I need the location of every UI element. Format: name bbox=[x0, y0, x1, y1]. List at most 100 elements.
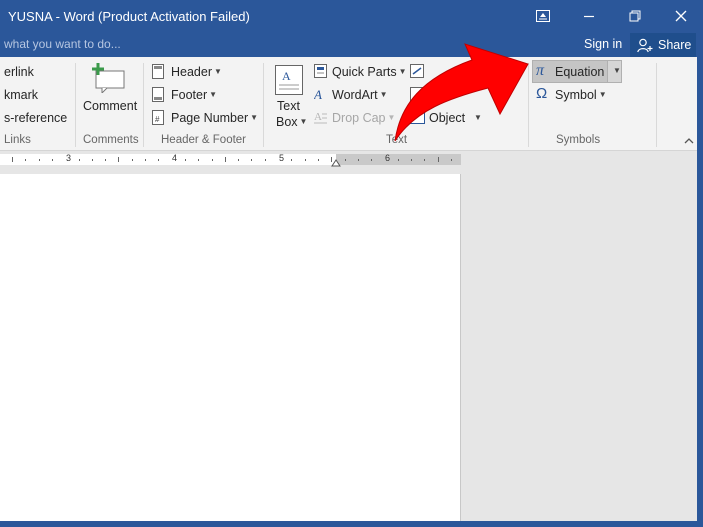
ruler-tick bbox=[185, 159, 186, 161]
drop-cap-label: Drop Cap bbox=[332, 111, 386, 125]
chevron-down-icon: ▼ bbox=[474, 113, 482, 122]
ruler-tick bbox=[145, 159, 146, 161]
sign-in-link[interactable]: Sign in bbox=[584, 37, 622, 51]
ruler-tick bbox=[198, 159, 199, 161]
close-button[interactable] bbox=[658, 0, 703, 31]
ruler-tick bbox=[305, 159, 306, 161]
title-bar: YUSNA - Word (Product Activation Failed) bbox=[0, 0, 703, 33]
ruler-tick bbox=[105, 159, 106, 161]
text-group-label: Text bbox=[386, 134, 408, 146]
chevron-down-icon: ▼ bbox=[299, 117, 308, 126]
ruler-tick bbox=[345, 159, 346, 161]
close-icon bbox=[675, 10, 687, 21]
drop-cap-icon: A bbox=[314, 111, 327, 124]
status-bar bbox=[0, 521, 703, 527]
links-group-label: Links bbox=[4, 134, 31, 146]
right-indent-marker[interactable] bbox=[331, 159, 341, 167]
bookmark-button[interactable]: kmark bbox=[4, 88, 38, 102]
ruler-number: 3 bbox=[66, 153, 72, 163]
ruler-tick bbox=[358, 159, 359, 161]
chevron-down-icon: ▼ bbox=[250, 113, 259, 122]
wordart-label: WordArt bbox=[332, 88, 378, 102]
symbol-label: Symbol bbox=[555, 88, 597, 102]
chevron-down-icon: ▼ bbox=[214, 67, 222, 76]
quick-parts-icon bbox=[314, 64, 327, 78]
ruler-tick bbox=[92, 159, 93, 161]
ruler-tick bbox=[398, 159, 399, 161]
ruler-number: 6 bbox=[385, 153, 391, 163]
ruler-number: 5 bbox=[279, 153, 285, 163]
restore-icon bbox=[629, 10, 641, 21]
minimize-button[interactable] bbox=[566, 0, 612, 31]
equation-label: Equation bbox=[555, 65, 605, 79]
svg-text:A: A bbox=[314, 111, 322, 123]
equation-dropdown-button[interactable]: ▼ bbox=[607, 60, 622, 83]
date-time-icon[interactable] bbox=[410, 87, 424, 101]
ruler-tick bbox=[438, 157, 439, 162]
ruler-tick bbox=[251, 159, 252, 161]
text-box-icon: A bbox=[275, 65, 303, 95]
group-divider bbox=[75, 63, 76, 147]
minimize-icon bbox=[584, 15, 594, 17]
chevron-down-icon: ▼ bbox=[398, 67, 407, 76]
comment-icon bbox=[92, 63, 125, 93]
omega-icon: Ω bbox=[536, 85, 548, 102]
restore-button[interactable] bbox=[612, 0, 658, 31]
header-label: Header bbox=[171, 65, 212, 79]
page-number-icon: # bbox=[152, 110, 164, 125]
ruler-tick bbox=[158, 159, 159, 161]
vertical-scrollbar[interactable] bbox=[684, 168, 697, 527]
text-box-button[interactable]: A Text Box ▼ bbox=[272, 63, 308, 129]
ruler-tick bbox=[451, 159, 452, 161]
comments-group-label: Comments bbox=[83, 134, 139, 146]
signature-line-icon[interactable] bbox=[410, 64, 424, 78]
page-number-label: Page Number bbox=[171, 111, 249, 125]
chevron-down-icon: ▼ bbox=[209, 90, 218, 99]
insert-ribbon: erlink kmark s-reference Links Comment C… bbox=[0, 57, 703, 151]
ribbon-display-icon bbox=[536, 9, 550, 22]
share-button[interactable]: Share bbox=[630, 33, 696, 57]
ruler-tick bbox=[424, 159, 425, 161]
collapse-ribbon-icon[interactable] bbox=[684, 137, 694, 144]
ruler-tick bbox=[318, 159, 319, 161]
ruler-tick bbox=[132, 159, 133, 161]
pi-icon: π bbox=[536, 62, 545, 79]
window-title: YUSNA - Word (Product Activation Failed) bbox=[8, 9, 250, 24]
ruler-tick bbox=[52, 159, 53, 161]
object-icon bbox=[410, 110, 425, 124]
chevron-down-icon: ▼ bbox=[598, 90, 607, 99]
header-footer-group-label: Header & Footer bbox=[161, 134, 247, 146]
group-divider bbox=[528, 63, 529, 147]
share-label: Share bbox=[658, 38, 692, 52]
text-box-label-line2: Box bbox=[276, 115, 298, 129]
quick-parts-label: Quick Parts bbox=[332, 65, 397, 79]
footer-label: Footer bbox=[171, 88, 208, 102]
tell-me-bar: what you want to do... Sign in bbox=[0, 33, 703, 57]
object-label: Object bbox=[429, 111, 466, 125]
ruler-tick bbox=[212, 159, 213, 161]
document-page[interactable] bbox=[0, 174, 461, 527]
group-divider bbox=[656, 63, 657, 147]
footer-icon bbox=[152, 87, 164, 102]
chevron-down-icon: ▼ bbox=[387, 113, 396, 122]
ruler-tick bbox=[291, 159, 292, 161]
group-divider bbox=[263, 63, 264, 147]
group-divider bbox=[143, 63, 144, 147]
tell-me-input[interactable]: what you want to do... bbox=[4, 37, 121, 51]
ribbon-display-options-button[interactable] bbox=[520, 0, 566, 31]
text-box-label-line1: Text bbox=[277, 99, 300, 113]
chevron-down-icon: ▼ bbox=[613, 66, 621, 75]
ruler-tick bbox=[225, 157, 226, 162]
ruler-tick bbox=[118, 157, 119, 162]
ruler-number: 4 bbox=[172, 153, 178, 163]
hyperlink-button[interactable]: erlink bbox=[4, 65, 34, 79]
svg-text:A: A bbox=[282, 69, 291, 83]
ruler-tick bbox=[12, 157, 13, 162]
ruler-tick bbox=[238, 159, 239, 161]
symbols-group-label: Symbols bbox=[556, 134, 601, 146]
ruler-tick bbox=[25, 159, 26, 161]
ruler-tick bbox=[265, 159, 266, 161]
new-comment-button[interactable]: Comment bbox=[80, 61, 140, 121]
cross-reference-button[interactable]: s-reference bbox=[4, 111, 67, 125]
ruler-tick bbox=[411, 159, 412, 161]
